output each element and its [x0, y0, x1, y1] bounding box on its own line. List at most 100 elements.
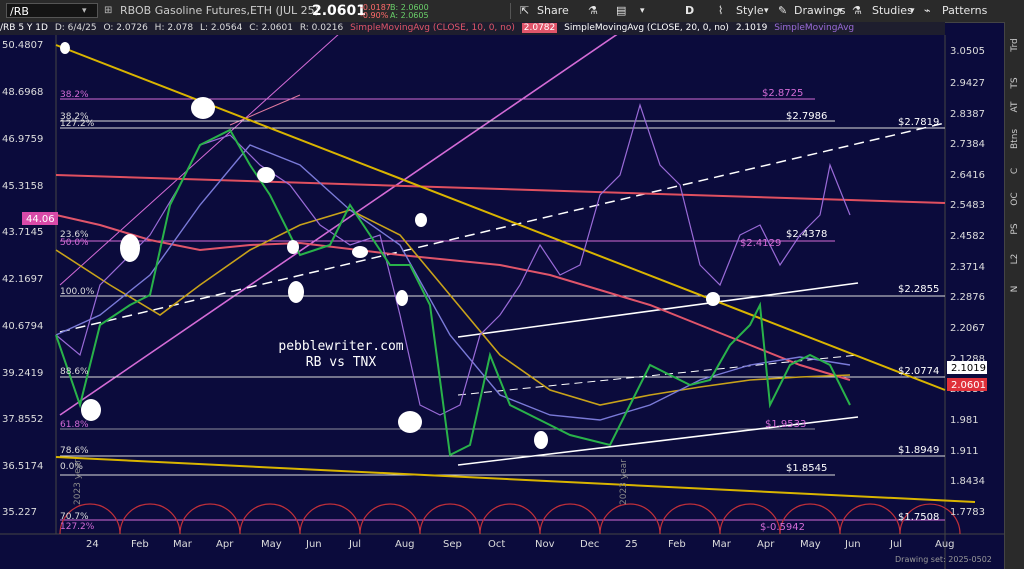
price-axis-label: 1.8434 — [950, 476, 985, 487]
level-label: $2.2855 — [898, 284, 939, 295]
studies-caret-icon[interactable]: ▾ — [910, 0, 915, 22]
l2-tab[interactable]: L2 — [1010, 249, 1020, 269]
fib-label: 127.2% — [60, 119, 95, 129]
fib-label: 61.8% — [60, 420, 89, 430]
price-axis-label: 2.2876 — [950, 292, 985, 303]
at-tab[interactable]: AT — [1010, 97, 1020, 117]
date-axis-label: 25 — [625, 539, 638, 550]
bar-high: H: 2.078 — [154, 23, 194, 33]
level-label: $2.0774 — [898, 366, 939, 377]
left-axis-label: 36.5174 — [2, 461, 43, 472]
left-axis-label: 45.3158 — [2, 181, 43, 192]
bar-date: D: 6/4/25 — [54, 23, 97, 33]
sma20-label: SimpleMovingAvg (CLOSE, 20, 0, no) — [564, 23, 729, 33]
level-label: $1.7508 — [898, 512, 939, 523]
chart-watermark: pebblewriter.com RB vs TNX — [266, 339, 416, 371]
date-axis-label: Jul — [889, 539, 902, 550]
level-label: $1.9533 — [765, 419, 806, 430]
share-icon[interactable]: ⇱ — [520, 0, 529, 22]
date-axis-label: Jun — [305, 539, 322, 550]
date-axis-label: Oct — [488, 539, 505, 550]
studies-icon[interactable]: ⚗ — [852, 0, 862, 22]
c-tab[interactable]: C — [1010, 161, 1020, 181]
date-axis-label: Apr — [216, 539, 234, 550]
chart-ticker: /RB 5 Y 1D — [0, 23, 48, 33]
left-axis-label: 43.7145 — [2, 227, 43, 238]
oc-tab[interactable]: OC — [1010, 189, 1020, 209]
price-chart[interactable]: 50.4807 48.6968 46.9759 45.3158 43.7145 … — [0, 35, 1004, 569]
left-axis-label: 46.9759 — [2, 134, 43, 145]
sma20-value: 2.1019 — [735, 23, 768, 33]
date-axis-label: 24 — [86, 539, 99, 550]
price-axis-label: 1.911 — [950, 446, 979, 457]
style-caret-icon[interactable]: ▾ — [764, 0, 769, 22]
n-tab[interactable]: N — [1010, 279, 1020, 299]
drawing-set-label: Drawing set: 2025-0502 — [895, 555, 992, 564]
top-toolbar: /RB ▾ ⊞ RBOB Gasoline Futures,ETH (JUL 2… — [0, 0, 1024, 23]
style-icon[interactable]: ⌇ — [718, 0, 723, 22]
fib-label: 88.6% — [60, 367, 89, 377]
level-label: $1.8545 — [786, 463, 827, 474]
last-price-tag-value: 2.0601 — [951, 380, 986, 391]
price-axis-label: 2.5483 — [950, 200, 985, 211]
price-axis-label: 2.9427 — [950, 78, 985, 89]
left-axis-label: 40.6794 — [2, 321, 43, 332]
bar-open: O: 2.0726 — [103, 23, 148, 33]
fib-label: 50.0% — [60, 238, 89, 248]
level-label: $2.8725 — [762, 88, 803, 99]
studies-button[interactable]: Studies — [872, 0, 913, 22]
left-axis-label: 42.1697 — [2, 274, 43, 285]
fib-label: 127.2% — [60, 522, 95, 532]
left-axis-label: 50.4807 — [2, 40, 43, 51]
level-label: $2.4378 — [786, 229, 827, 240]
drawings-icon[interactable]: ✎ — [778, 0, 787, 22]
trd-tab[interactable]: Trd — [1010, 35, 1020, 55]
date-axis-label: Nov — [535, 539, 555, 550]
level-label: $2.7986 — [786, 111, 827, 122]
patterns-icon[interactable]: ⌁ — [924, 0, 931, 22]
price-axis-label: 2.8387 — [950, 109, 985, 120]
fib-label: 78.6% — [60, 446, 89, 456]
bar-close: C: 2.0601 — [249, 23, 293, 33]
left-axis-label: 37.8552 — [2, 414, 43, 425]
date-axis-label: Sep — [443, 539, 462, 550]
date-axis-label: Mar — [173, 539, 193, 550]
btns-tab[interactable]: Btns — [1010, 129, 1020, 149]
settings-caret-icon[interactable]: ▾ — [640, 0, 645, 22]
study-info-bar: /RB 5 Y 1D D: 6/4/25 O: 2.0726 H: 2.078 … — [0, 22, 945, 35]
price-axis-label: 3.0505 — [950, 46, 985, 57]
fib-label: 100.0% — [60, 287, 95, 297]
chart-background — [0, 35, 1004, 569]
flask-icon[interactable]: ⚗ — [588, 0, 598, 22]
period-button[interactable]: D — [685, 0, 694, 22]
date-axis-label: Aug — [395, 539, 415, 550]
link-icon[interactable]: ⊞ — [104, 0, 112, 22]
sma20-price-tag-value: 2.1019 — [951, 363, 986, 374]
ps-tab[interactable]: PS — [1010, 219, 1020, 239]
left-axis-label: 48.6968 — [2, 87, 43, 98]
price-axis-label: 2.3714 — [950, 262, 985, 273]
watermark-site: pebblewriter.com — [278, 339, 404, 354]
sma10-label: SimpleMovingAvg (CLOSE, 10, 0, no) — [350, 23, 515, 33]
patterns-button[interactable]: Patterns — [942, 0, 987, 22]
price-axis-label: 1.981 — [950, 415, 979, 426]
date-axis-label: Mar — [712, 539, 732, 550]
instrument-name: RBOB Gasoline Futures,ETH (JUL 25) — [120, 4, 319, 17]
ts-tab[interactable]: TS — [1010, 73, 1020, 93]
bookmark-icon[interactable]: ▤ — [616, 0, 626, 22]
right-panel-strip: Trd TS AT Btns C OC PS L2 N — [1004, 22, 1024, 569]
drawings-caret-icon[interactable]: ▾ — [838, 0, 843, 22]
toolbar-divider — [510, 3, 511, 19]
share-button[interactable]: Share — [537, 0, 569, 22]
symbol-dropdown-icon[interactable]: ▾ — [82, 0, 87, 22]
date-axis-label: Dec — [580, 539, 599, 550]
date-axis-label: Jul — [348, 539, 361, 550]
date-axis-label: Aug — [935, 539, 955, 550]
price-axis-label: 1.7783 — [950, 507, 985, 518]
date-axis-label: May — [800, 539, 821, 550]
price-axis-label: 2.6416 — [950, 170, 985, 181]
vertical-year-label: 2023 year — [73, 459, 83, 505]
level-label: $2.4129 — [740, 238, 781, 249]
date-axis-label: Feb — [131, 539, 149, 550]
style-button[interactable]: Style — [736, 0, 764, 22]
